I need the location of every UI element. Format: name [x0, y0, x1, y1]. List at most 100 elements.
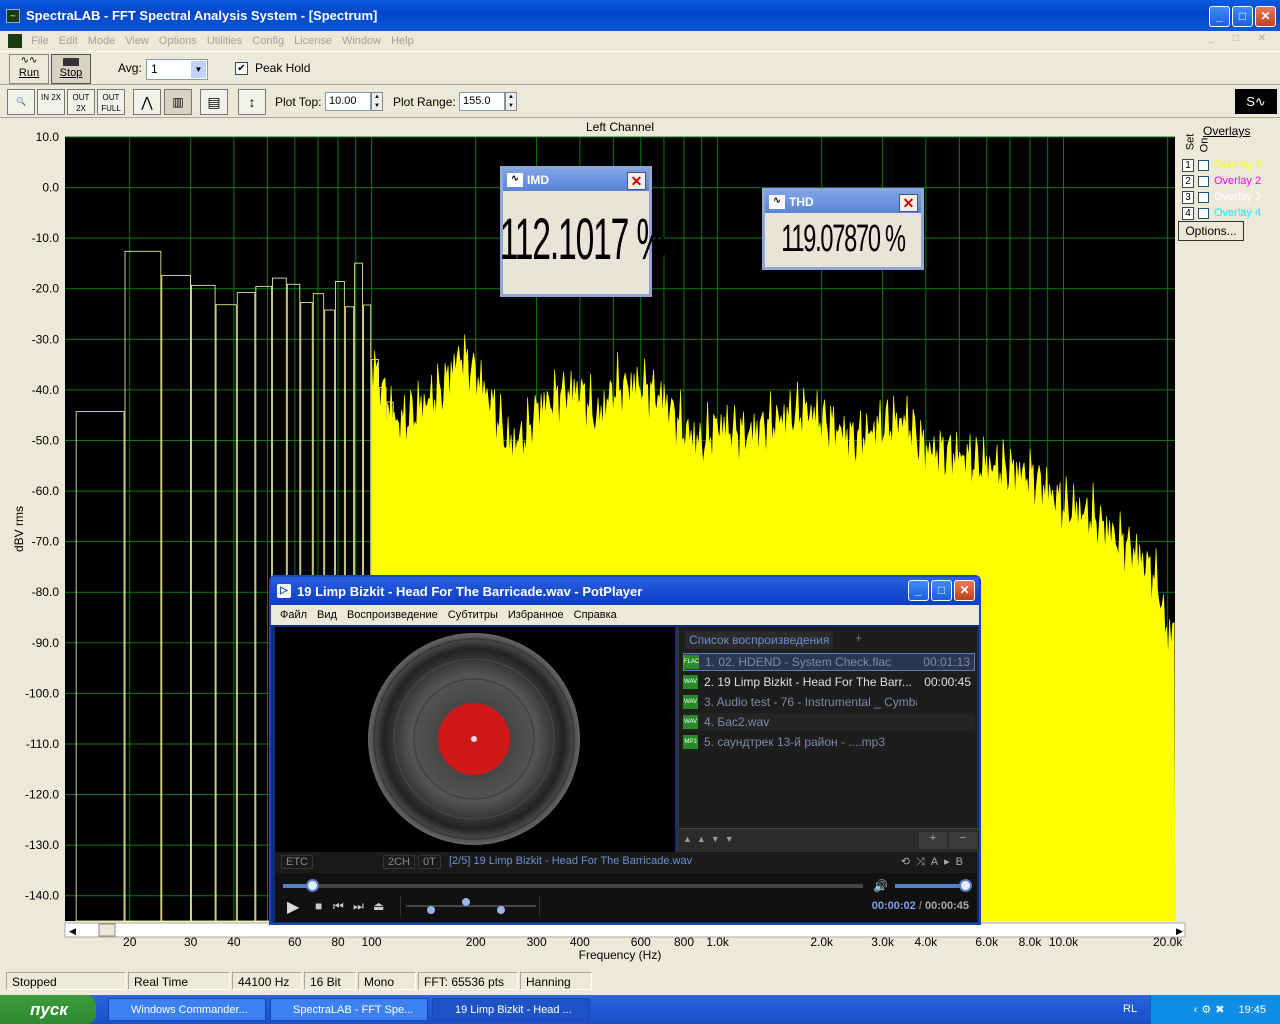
thd-titlebar[interactable]: ∿ THD [765, 191, 921, 213]
language-indicator[interactable]: RL [1123, 1003, 1137, 1015]
seek-thumb[interactable] [306, 879, 319, 892]
close-button[interactable]: ✕ [954, 580, 975, 601]
stop-icon[interactable]: ■ [315, 899, 322, 913]
menu-help[interactable]: Help [386, 35, 419, 47]
zoom-out-2x-button[interactable]: OUT 2X [67, 89, 95, 115]
playlist-item[interactable]: FLAC 1. 02. HDEND - System Check.flac 00:0… [683, 653, 975, 671]
scale-icon[interactable]: ↕ [238, 89, 266, 115]
overlay-row-4: 4 Overlay 4 [1182, 207, 1278, 222]
scroll-left-icon[interactable]: ◀ [69, 926, 76, 936]
menu-mode[interactable]: Mode [83, 35, 121, 47]
menu-license[interactable]: License [289, 35, 337, 47]
menu-file[interactable]: File [26, 35, 54, 47]
pot-menu-favorites[interactable]: Избранное [503, 609, 569, 621]
vinyl-record-icon [368, 633, 580, 845]
maximize-button[interactable]: □ [1232, 6, 1253, 27]
start-button[interactable]: пуск [0, 995, 96, 1024]
playlist-remove-icon[interactable]: − [949, 832, 977, 849]
add-tab-icon[interactable]: + [855, 631, 862, 645]
mdi-icon[interactable] [8, 33, 22, 48]
bar-plot-icon[interactable]: ▥ [164, 89, 192, 115]
close-icon[interactable]: ✕ [627, 172, 646, 190]
thd-meter[interactable]: ∿ THD ✕ 119.07870 % [762, 188, 924, 270]
overlay-set-button[interactable]: 4 [1182, 207, 1194, 220]
zoom-icon[interactable]: 🔍 [7, 89, 35, 115]
playlist-move-icons[interactable]: ▲▲▼▼ [683, 834, 739, 844]
plot-top-input[interactable]: 10.00 [325, 92, 371, 111]
repeat-icons[interactable]: ⟲⤨A▸B [901, 855, 969, 869]
playlist-item[interactable]: WAV 2. 19 Limp Bizkit - Head For The Barr… [683, 673, 975, 691]
zoom-in-2x-button[interactable]: IN 2X [37, 89, 65, 115]
peak-hold-checkbox[interactable]: ✔ [235, 62, 248, 75]
menu-options[interactable]: Options [154, 35, 202, 47]
playlist-add-icon[interactable]: + [919, 832, 947, 849]
plot-top-spinner[interactable]: ▲ ▼ [371, 92, 383, 111]
etc-button[interactable]: ETC [281, 855, 313, 869]
file-type-icon: MP3 [683, 735, 698, 749]
title-bar[interactable]: ~ SpectraLAB - FFT Spectral Analysis Sys… [0, 0, 1280, 31]
subtitle-badge[interactable]: 0T [418, 855, 441, 869]
seek-bar[interactable] [283, 879, 863, 892]
menu-utilities[interactable]: Utilities [202, 35, 247, 47]
pot-menu-view[interactable]: Вид [312, 609, 342, 621]
play-icon[interactable]: ▶ [287, 897, 299, 917]
potplayer-icon: ▷ [277, 584, 291, 598]
waveform-icon: ∿ [507, 173, 523, 187]
playlist-item[interactable]: MP3 5. саундтрек 13-й район - ....mp3 [683, 733, 975, 751]
task-windows-commander[interactable]: Windows Commander... [108, 998, 266, 1021]
task-spectralab[interactable]: SpectraLAB - FFT Spe... [270, 998, 428, 1021]
equalizer-sliders[interactable] [400, 896, 540, 916]
file-type-icon: FLAC [684, 655, 699, 669]
pot-menu-help[interactable]: Справка [569, 609, 622, 621]
next-icon[interactable]: ⏭ [353, 899, 364, 914]
menu-config[interactable]: Config [247, 35, 289, 47]
pot-menu-subtitles[interactable]: Субтитры [443, 609, 503, 621]
minimize-button[interactable]: _ [1209, 6, 1230, 27]
zoom-out-full-button[interactable]: OUT FULL [97, 89, 125, 115]
minimize-button[interactable]: _ [908, 580, 929, 601]
eject-icon[interactable]: ⏏ [373, 899, 384, 913]
menu-edit[interactable]: Edit [54, 35, 83, 47]
overlays-options-button[interactable]: Options... [1178, 221, 1244, 241]
stop-button[interactable]: Stop [51, 54, 91, 84]
overlay-checkbox[interactable] [1198, 208, 1209, 219]
playlist-item[interactable]: WAV 4. Бас2.wav [683, 713, 975, 731]
maximize-button[interactable]: □ [931, 580, 952, 601]
overlay-checkbox[interactable] [1198, 192, 1209, 203]
avg-select[interactable]: 1 ▼ [146, 59, 208, 80]
time-display[interactable]: 00:00:02 / 00:00:45 [872, 900, 969, 912]
menu-window[interactable]: Window [337, 35, 386, 47]
channels-badge[interactable]: 2CH [383, 855, 416, 869]
close-button[interactable]: ✕ [1255, 6, 1276, 27]
overlay-set-button[interactable]: 2 [1182, 175, 1194, 188]
task-potplayer[interactable]: 19 Limp Bizkit - Head ... [432, 998, 590, 1021]
tray-icons[interactable]: ‹⚙✖ [1194, 1003, 1229, 1016]
status-bar: Stopped Real Time 44100 Hz 16 Bit Mono F… [0, 970, 1280, 992]
potplayer-titlebar[interactable]: ▷ 19 Limp Bizkit - Head For The Barricad… [271, 577, 979, 605]
video-area[interactable] [275, 627, 675, 852]
playlist-tab[interactable]: Список воспроизведения [685, 631, 834, 649]
previous-icon[interactable]: ⏮ [333, 899, 344, 914]
volume-thumb[interactable] [959, 879, 972, 892]
imd-meter[interactable]: ∿ IMD ✕ 112.1017 % [500, 166, 666, 297]
overlay-set-button[interactable]: 1 [1182, 159, 1194, 172]
mdi-controls[interactable]: _ □ ✕ [1208, 33, 1274, 44]
volume-icon[interactable]: 🔊 [873, 879, 888, 893]
scrollbar-thumb[interactable] [98, 923, 116, 937]
close-icon[interactable]: ✕ [899, 194, 918, 212]
overlay-checkbox[interactable] [1198, 160, 1209, 171]
line-plot-icon[interactable]: ⋀ [133, 89, 161, 115]
volume-bar[interactable] [895, 879, 972, 892]
overlay-checkbox[interactable] [1198, 176, 1209, 187]
pot-menu-playback[interactable]: Воспроизведение [342, 609, 443, 621]
plot-range-input[interactable]: 155.0 [459, 92, 505, 111]
plot-range-spinner[interactable]: ▲ ▼ [505, 92, 517, 111]
run-button[interactable]: ∿∿ Run [9, 54, 49, 84]
table-icon[interactable]: ▤ [200, 89, 228, 115]
horizontal-scrollbar[interactable] [64, 922, 1186, 938]
playlist-item[interactable]: WAV 3. Audio test - 76 - Instrumental _ C… [683, 693, 975, 711]
scroll-right-icon[interactable]: ▶ [1176, 926, 1183, 936]
menu-view[interactable]: View [120, 35, 154, 47]
pot-menu-file[interactable]: Файл [275, 609, 312, 621]
overlay-set-button[interactable]: 3 [1182, 191, 1194, 204]
